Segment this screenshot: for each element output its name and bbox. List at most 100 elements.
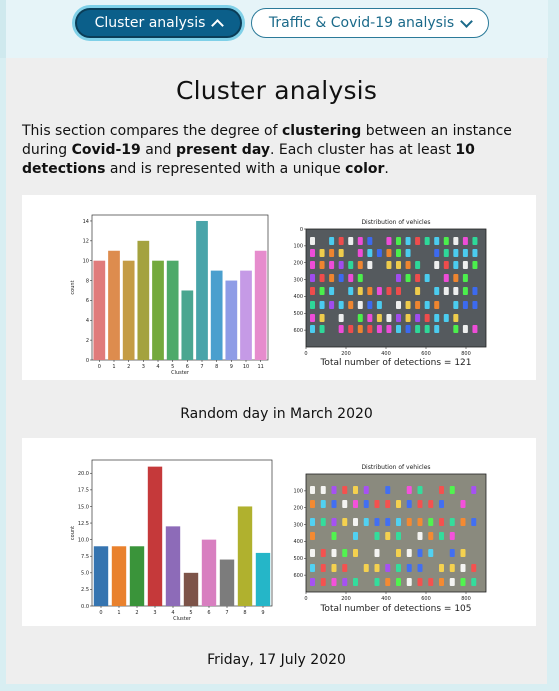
x-tick-label: 1 — [117, 610, 120, 616]
vehicle-detection — [329, 261, 335, 269]
map-x-tick-label: 400 — [381, 596, 391, 602]
vehicle-detection — [338, 261, 344, 269]
vehicle-detection — [472, 261, 478, 269]
vehicle-detection — [396, 532, 401, 540]
figure-svg-july: 0.02.55.07.510.012.515.017.520.00 1 2 3 4 5 6 7… — [70, 459, 487, 622]
vehicle-detection — [376, 249, 382, 257]
map-x-tick-label: 600 — [421, 351, 431, 357]
y-tick-label: 12.5 — [78, 521, 89, 527]
section-description: This section compares the degree of clus… — [22, 122, 537, 179]
vehicle-detection — [443, 249, 449, 257]
vehicle-detection — [462, 261, 468, 269]
bar-cluster-7 — [219, 559, 235, 606]
vehicle-detection — [319, 314, 325, 322]
vehicle-detection — [462, 237, 468, 245]
vehicle-detection — [453, 287, 459, 295]
cluster-analysis-panel: Cluster analysis This section compares t… — [6, 58, 547, 684]
vehicle-detection — [396, 314, 401, 322]
vehicle-detection — [396, 237, 401, 245]
vehicle-detection — [320, 486, 326, 494]
desc-bold: Covid-19 — [71, 142, 141, 158]
vehicle-detection — [357, 261, 363, 269]
vehicle-detection — [374, 532, 380, 540]
vehicle-detection — [385, 578, 391, 586]
vehicle-detection — [443, 261, 449, 269]
vehicle-detection — [405, 325, 411, 333]
vehicle-detection — [367, 314, 373, 322]
y-tick-label: 2 — [86, 338, 89, 344]
vehicle-detection — [367, 325, 373, 333]
chevron-down-icon — [460, 14, 474, 28]
vehicle-detection — [348, 274, 354, 282]
bar-chart-march: 024681012140 1 2 3 4 5 6 7 8 9 10 11Clustercount — [70, 214, 269, 376]
vehicle-detection — [434, 249, 440, 257]
figure-card-july: 0.0 2.5 5.0 7.5 10.0 12.5 15.0 17.5 20.0 0 1 2 3 4 5 6 7… — [22, 438, 536, 626]
vehicle-detection — [462, 301, 468, 309]
vehicle-detection — [449, 532, 455, 540]
vehicle-detection — [396, 500, 401, 508]
vehicle-detection — [310, 325, 315, 333]
y-tick-label: 15.0 — [78, 504, 89, 510]
y-tick-label: 2.5 — [81, 587, 89, 593]
vehicle-detection — [424, 301, 430, 309]
vehicle-detection — [453, 314, 459, 322]
bar-cluster-10 — [240, 270, 252, 360]
vehicle-detection — [331, 549, 337, 557]
vehicle-detection — [406, 486, 412, 494]
vehicle-detection — [319, 261, 325, 269]
bar-cluster-0 — [93, 260, 106, 360]
x-tick-label: 1 — [112, 364, 115, 370]
vehicle-detection — [376, 301, 382, 309]
vehicle-detection — [434, 261, 440, 269]
vehicle-detection — [329, 287, 335, 295]
vehicle-detection — [320, 518, 326, 526]
vehicle-detection — [320, 578, 326, 586]
vehicle-detection — [348, 261, 354, 269]
vehicle-detection — [472, 249, 478, 257]
bar-cluster-9 — [225, 280, 238, 360]
vehicle-detection — [385, 500, 391, 508]
desc-bold: present day — [176, 142, 270, 158]
vehicle-detection — [348, 287, 354, 295]
cluster-analysis-button[interactable]: Cluster analysis — [75, 8, 242, 38]
map-x-tick-label: 800 — [461, 596, 471, 602]
vehicle-detection — [472, 301, 478, 309]
map-x-tick-label: 0 — [304, 596, 307, 602]
vehicle-detection — [406, 500, 412, 508]
vehicle-detection — [376, 314, 382, 322]
vehicle-detection — [453, 325, 459, 333]
map-x-tick-label: 200 — [341, 351, 351, 357]
vehicle-detection — [376, 287, 382, 295]
map-x-tick-label: 200 — [341, 596, 351, 602]
vehicle-detection — [357, 274, 363, 282]
vehicle-detection — [406, 578, 412, 586]
section-title: Cluster analysis — [175, 76, 378, 105]
x-tick-label: 0 — [98, 364, 101, 370]
x-tick-label: 2 — [135, 610, 138, 616]
vehicle-detection — [385, 532, 391, 540]
vehicle-detection — [417, 486, 423, 494]
vehicle-detection — [449, 518, 455, 526]
x-tick-label: 7 — [225, 610, 228, 616]
y-tick-label: 20.0 — [78, 471, 89, 477]
scrollbar[interactable] — [548, 0, 559, 691]
vehicle-detection — [367, 261, 373, 269]
vehicle-detection — [374, 564, 380, 572]
vehicle-detection — [439, 486, 444, 494]
traffic-covid-analysis-button[interactable]: Traffic & Covid-19 analysis — [251, 8, 489, 38]
bar-cluster-11 — [254, 250, 267, 360]
vehicle-detection — [357, 301, 363, 309]
cluster-analysis-label: Cluster analysis — [94, 15, 206, 31]
vehicle-detection — [310, 500, 315, 508]
vehicle-detection — [434, 287, 440, 295]
vehicle-detection — [342, 486, 348, 494]
vehicle-detection — [310, 518, 315, 526]
map-x-tick-label: 0 — [304, 351, 307, 357]
x-tick-label: 8 — [243, 610, 246, 616]
vehicle-detection — [396, 549, 401, 557]
vehicle-detection — [348, 237, 354, 245]
vehicle-detection — [434, 314, 440, 322]
map-y-tick-label: 500 — [293, 311, 303, 317]
vehicle-detection — [320, 564, 326, 572]
map-y-tick-label: 600 — [293, 328, 303, 334]
